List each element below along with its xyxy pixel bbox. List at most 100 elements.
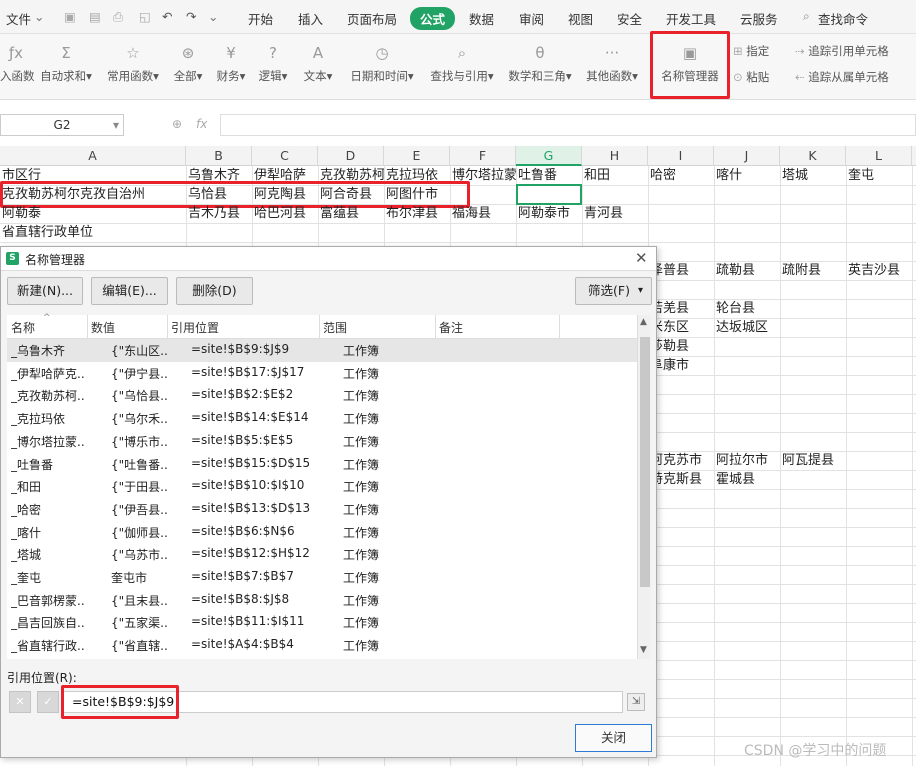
cell-J16[interactable]: 阿拉尔市 bbox=[714, 451, 780, 470]
search-icon[interactable]: ⌕ bbox=[803, 9, 810, 24]
list-item[interactable]: _克孜勒苏柯... {"乌恰县... =site!$B$2:$E$2 工作簿 bbox=[7, 384, 637, 407]
cell-A3[interactable]: 阿勒泰 bbox=[0, 204, 186, 223]
logic-button[interactable]: ? 逻辑▾ bbox=[256, 34, 290, 100]
list-item[interactable]: _奎屯 奎屯市 =site!$B$7:$B$7 工作簿 bbox=[7, 566, 637, 589]
tab-insert[interactable]: 插入 bbox=[298, 9, 323, 28]
paste-name-button[interactable]: ⊙ 粘贴 bbox=[733, 69, 769, 85]
col-header-J[interactable]: J bbox=[714, 146, 780, 166]
list-item[interactable]: _和田 {"于田县... =site!$B$10:$I$10 工作簿 bbox=[7, 475, 637, 498]
name-box[interactable]: G2 ▾ bbox=[0, 114, 124, 136]
cell-J6[interactable]: 疏勒县 bbox=[714, 261, 780, 280]
list-item[interactable]: _克拉玛依 {"乌尔禾... =site!$B$14:$E$14 工作簿 bbox=[7, 407, 637, 430]
math-button[interactable]: θ 数学和三角▾ bbox=[504, 34, 576, 100]
scroll-thumb[interactable] bbox=[640, 337, 650, 587]
preview-icon[interactable]: ◱ bbox=[139, 9, 151, 24]
col-header-G[interactable]: G bbox=[516, 146, 582, 166]
trace-dependents-button[interactable]: ⇠ 追踪从属单元格 bbox=[795, 69, 889, 85]
col-header-F[interactable]: F bbox=[450, 146, 516, 166]
cell-F3[interactable]: 福海县 bbox=[450, 204, 516, 223]
tab-view[interactable]: 视图 bbox=[568, 9, 593, 28]
list-item[interactable]: _喀什 {"伽师县... =site!$B$6:$N$6 工作簿 bbox=[7, 521, 637, 544]
tab-home[interactable]: 开始 bbox=[248, 9, 273, 28]
col-header-K[interactable]: K bbox=[780, 146, 846, 166]
redo-icon[interactable]: ↷ bbox=[186, 9, 196, 24]
datetime-button[interactable]: ◷ 日期和时间▾ bbox=[344, 34, 420, 100]
export-icon[interactable]: ▤ bbox=[89, 9, 101, 24]
list-item[interactable]: _塔城 {"乌苏市... =site!$B$12:$H$12 工作簿 bbox=[7, 543, 637, 566]
save-icon[interactable]: ▣ bbox=[64, 9, 76, 24]
chevron-down-icon[interactable]: ⌄ bbox=[34, 9, 44, 24]
finance-button[interactable]: ¥ 财务▾ bbox=[212, 34, 250, 100]
col-header-E[interactable]: E bbox=[384, 146, 450, 166]
col-header-C[interactable]: C bbox=[252, 146, 318, 166]
close-icon[interactable]: ✕ bbox=[635, 249, 648, 267]
tab-data[interactable]: 数据 bbox=[469, 9, 494, 28]
scroll-down-icon[interactable]: ▼ bbox=[640, 645, 647, 655]
cell-E3[interactable]: 布尔津县 bbox=[384, 204, 450, 223]
cell-J17[interactable]: 霍城县 bbox=[714, 470, 780, 489]
cell-I1[interactable]: 哈密 bbox=[648, 166, 714, 185]
active-cell-G2[interactable] bbox=[516, 184, 582, 205]
undo-icon[interactable]: ↶ bbox=[162, 9, 172, 24]
cell-I10[interactable]: 莎勒县 bbox=[648, 337, 714, 356]
fx-icon[interactable]: fx bbox=[196, 117, 207, 131]
insert-function-button[interactable]: ƒx 入函数 bbox=[0, 34, 35, 100]
cell-K1[interactable]: 塔城 bbox=[780, 166, 846, 185]
header-scope[interactable]: 范围 bbox=[323, 319, 347, 336]
col-header-I[interactable]: I bbox=[648, 146, 714, 166]
cell-I9[interactable]: 米东区 bbox=[648, 318, 714, 337]
list-item[interactable]: _博尔塔拉蒙... {"博乐市... =site!$B$5:$E$5 工作簿 bbox=[7, 430, 637, 453]
cell-I16[interactable]: 阿克苏市 bbox=[648, 451, 714, 470]
edit-button[interactable]: 编辑(E)... bbox=[91, 277, 168, 305]
scroll-up-icon[interactable]: ▲ bbox=[640, 317, 647, 327]
cell-I11[interactable]: 阜康市 bbox=[648, 356, 714, 375]
close-button[interactable]: 关闭 bbox=[575, 724, 652, 752]
list-item[interactable]: _伊犁哈萨克... {"伊宁县... =site!$B$17:$J$17 工作簿 bbox=[7, 362, 637, 385]
tab-cloud[interactable]: 云服务 bbox=[740, 9, 778, 28]
cell-L6[interactable]: 英吉沙县 bbox=[846, 261, 912, 280]
tab-review[interactable]: 审阅 bbox=[519, 9, 544, 28]
delete-button[interactable]: 删除(D) bbox=[176, 277, 253, 305]
list-item[interactable]: _吐鲁番 {"吐鲁番... =site!$B$15:$D$15 工作簿 bbox=[7, 453, 637, 476]
zoom-icon[interactable]: ⊕ bbox=[172, 117, 182, 131]
text-button[interactable]: A 文本▾ bbox=[300, 34, 336, 100]
col-header-A[interactable]: A bbox=[0, 146, 186, 166]
new-button[interactable]: 新建(N)... bbox=[7, 277, 83, 305]
menu-file[interactable]: 文件 bbox=[6, 9, 31, 28]
list-item[interactable]: _哈密 {"伊吾县... =site!$B$13:$D$13 工作簿 bbox=[7, 498, 637, 521]
other-functions-button[interactable]: ··· 其他函数▾ bbox=[582, 34, 642, 100]
cell-B3[interactable]: 吉木乃县 bbox=[186, 204, 252, 223]
header-value[interactable]: 数值 bbox=[91, 319, 115, 336]
list-scrollbar[interactable]: ▲ ▼ bbox=[637, 315, 651, 659]
cell-I17[interactable]: 特克斯县 bbox=[648, 470, 714, 489]
confirm-edit-button[interactable]: ✓ bbox=[37, 691, 59, 713]
cell-J1[interactable]: 喀什 bbox=[714, 166, 780, 185]
filter-button[interactable]: 筛选(F) ▾ bbox=[575, 277, 652, 305]
search-command[interactable]: 查找命令 bbox=[818, 9, 868, 28]
tab-page-layout[interactable]: 页面布局 bbox=[347, 9, 397, 28]
tab-formula[interactable]: 公式 bbox=[410, 7, 456, 30]
list-item[interactable]: _省直辖行政... {"省直辖... =site!$A$4:$B$4 工作簿 bbox=[7, 634, 637, 657]
cell-I8[interactable]: 若羌县 bbox=[648, 299, 714, 318]
name-list[interactable]: _乌鲁木齐 {"东山区... =site!$B$9:$J$9 工作簿 _伊犁哈萨克..… bbox=[7, 339, 637, 659]
print-icon[interactable]: ⎙ bbox=[113, 9, 123, 25]
all-functions-button[interactable]: ⊛ 全部▾ bbox=[170, 34, 206, 100]
cell-H3[interactable]: 青河县 bbox=[582, 204, 648, 223]
header-comment[interactable]: 备注 bbox=[439, 319, 463, 336]
cell-G3[interactable]: 阿勒泰市 bbox=[516, 204, 582, 223]
tab-security[interactable]: 安全 bbox=[617, 9, 642, 28]
cell-D3[interactable]: 富蕴县 bbox=[318, 204, 384, 223]
col-header-B[interactable]: B bbox=[186, 146, 252, 166]
list-item[interactable]: _乌鲁木齐 {"东山区... =site!$B$9:$J$9 工作簿 bbox=[7, 339, 637, 362]
cell-G1[interactable]: 吐鲁番 bbox=[516, 166, 582, 185]
trace-precedents-button[interactable]: ⇢ 追踪引用单元格 bbox=[795, 43, 889, 59]
cell-H1[interactable]: 和田 bbox=[582, 166, 648, 185]
col-header-H[interactable]: H bbox=[582, 146, 648, 166]
list-item[interactable]: _巴音郭楞蒙... {"且末县... =site!$B$8:$J$8 工作簿 bbox=[7, 589, 637, 612]
common-functions-button[interactable]: ☆ 常用函数▾ bbox=[102, 34, 164, 100]
col-header-D[interactable]: D bbox=[318, 146, 384, 166]
header-name[interactable]: 名称 bbox=[11, 319, 35, 336]
cell-J8[interactable]: 轮台县 bbox=[714, 299, 780, 318]
list-item[interactable]: _昌吉回族自... {"五家渠... =site!$B$11:$I$11 工作簿 bbox=[7, 611, 637, 634]
cell-K6[interactable]: 疏附县 bbox=[780, 261, 846, 280]
